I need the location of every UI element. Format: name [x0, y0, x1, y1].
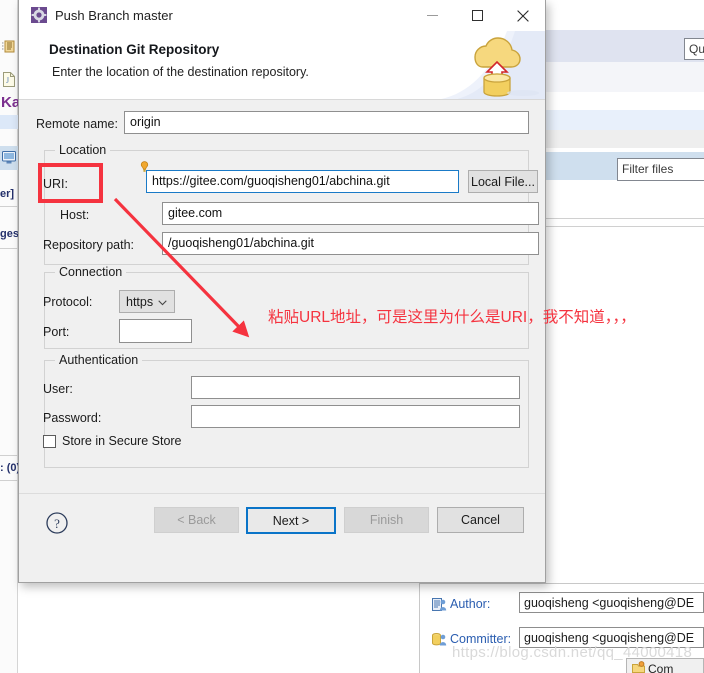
chevron-down-icon	[158, 295, 167, 309]
repository-path-input[interactable]: /guoqisheng01/abchina.git	[162, 232, 539, 255]
rail-divider-3	[0, 455, 18, 456]
author-row: Author:	[432, 593, 490, 615]
bg-band-1	[546, 62, 704, 92]
changes-tab-label: ges	[0, 228, 18, 240]
editor-tab-label: er]	[0, 188, 15, 200]
rail-divider-4	[0, 480, 18, 481]
author-icon	[432, 597, 447, 612]
password-input[interactable]	[191, 405, 520, 428]
checkbox-box[interactable]	[43, 434, 56, 448]
filter-files-input[interactable]: Filter files	[617, 158, 704, 181]
banner-subtitle: Enter the location of the destination re…	[52, 65, 309, 79]
uri-input[interactable]: https://gitee.com/guoqisheng01/abchina.g…	[146, 170, 459, 193]
commit-button[interactable]: Com	[626, 658, 704, 673]
close-button[interactable]	[500, 0, 545, 31]
commit-icon	[632, 661, 645, 673]
port-input[interactable]	[119, 319, 192, 343]
host-label: Host:	[60, 208, 90, 222]
svg-text:J: J	[6, 76, 9, 85]
commit-button-label: Com	[648, 662, 674, 673]
protocol-selected-value: https	[126, 294, 154, 309]
question-mark-icon[interactable]: ?	[46, 512, 68, 534]
store-secure-store-checkbox[interactable]: Store in Secure Store	[43, 434, 182, 448]
bg-panel-hline	[419, 583, 704, 584]
author-input[interactable]: guoqisheng <guoqisheng@DE	[519, 592, 704, 613]
protocol-label: Protocol:	[43, 295, 93, 309]
bg-divider-2	[546, 226, 704, 227]
user-label: User:	[43, 382, 73, 396]
bg-panel-vline	[419, 583, 420, 673]
rail-divider-2	[0, 248, 18, 249]
count-label: : (0)	[0, 462, 18, 474]
dialog-banner: Destination Git Repository Enter the loc…	[19, 31, 545, 100]
bg-toolbar-band	[546, 30, 704, 62]
bg-band-2	[546, 92, 704, 110]
authentication-group-title: Authentication	[55, 353, 143, 367]
remote-name-input[interactable]: origin	[124, 111, 529, 134]
finish-button[interactable]: Finish	[344, 507, 429, 533]
maximize-button[interactable]	[455, 0, 500, 31]
banner-heading: Destination Git Repository	[49, 42, 220, 57]
project-label: Ka	[1, 94, 19, 111]
bg-divider-1	[546, 218, 704, 219]
host-input[interactable]: gitee.com	[162, 202, 539, 225]
author-label: Author:	[450, 597, 491, 611]
next-button[interactable]: Next >	[246, 507, 336, 534]
bg-band-4	[546, 130, 704, 148]
repository-path-label: Repository path:	[43, 238, 135, 252]
store-secure-store-label: Store in Secure Store	[62, 434, 182, 448]
console-icon-overlay[interactable]	[2, 151, 16, 165]
password-label: Password:	[43, 411, 102, 425]
bg-rail-selection	[0, 115, 18, 129]
quick-access-input[interactable]: Qu	[684, 38, 704, 60]
dialog-title: Push Branch master	[55, 7, 173, 23]
remote-name-label: Remote name:	[36, 117, 118, 131]
bg-band-6	[546, 180, 704, 220]
port-label: Port:	[43, 325, 70, 339]
committer-icon	[432, 632, 447, 647]
push-branch-dialog: Push Branch master Destination Git Repos	[18, 0, 546, 583]
local-file-button[interactable]: Local File...	[468, 170, 538, 193]
dialog-titlebar[interactable]: Push Branch master	[19, 0, 545, 31]
connection-group-title: Connection	[55, 265, 127, 279]
location-group-title: Location	[55, 143, 111, 157]
svg-text:?: ?	[54, 516, 60, 531]
bg-band-3	[546, 110, 704, 130]
uri-label: URI:	[43, 177, 68, 191]
dialog-footer: ? < Back Next > Finish Cancel	[19, 493, 545, 553]
gear-icon	[31, 7, 47, 23]
annotation-note: 粘贴URL地址，可是这里为什么是URI，我不知道，，，	[268, 309, 636, 326]
cancel-button[interactable]: Cancel	[437, 507, 524, 533]
cloud-upload-database-icon	[435, 31, 545, 99]
palette-icon[interactable]	[2, 40, 16, 54]
protocol-select[interactable]: https	[119, 290, 175, 313]
back-button[interactable]: < Back	[154, 507, 239, 533]
file-icon[interactable]: J	[2, 72, 16, 87]
window-controls	[410, 0, 545, 31]
rail-divider-1	[0, 206, 18, 207]
user-input[interactable]	[191, 376, 520, 399]
minimize-button[interactable]	[410, 0, 455, 31]
